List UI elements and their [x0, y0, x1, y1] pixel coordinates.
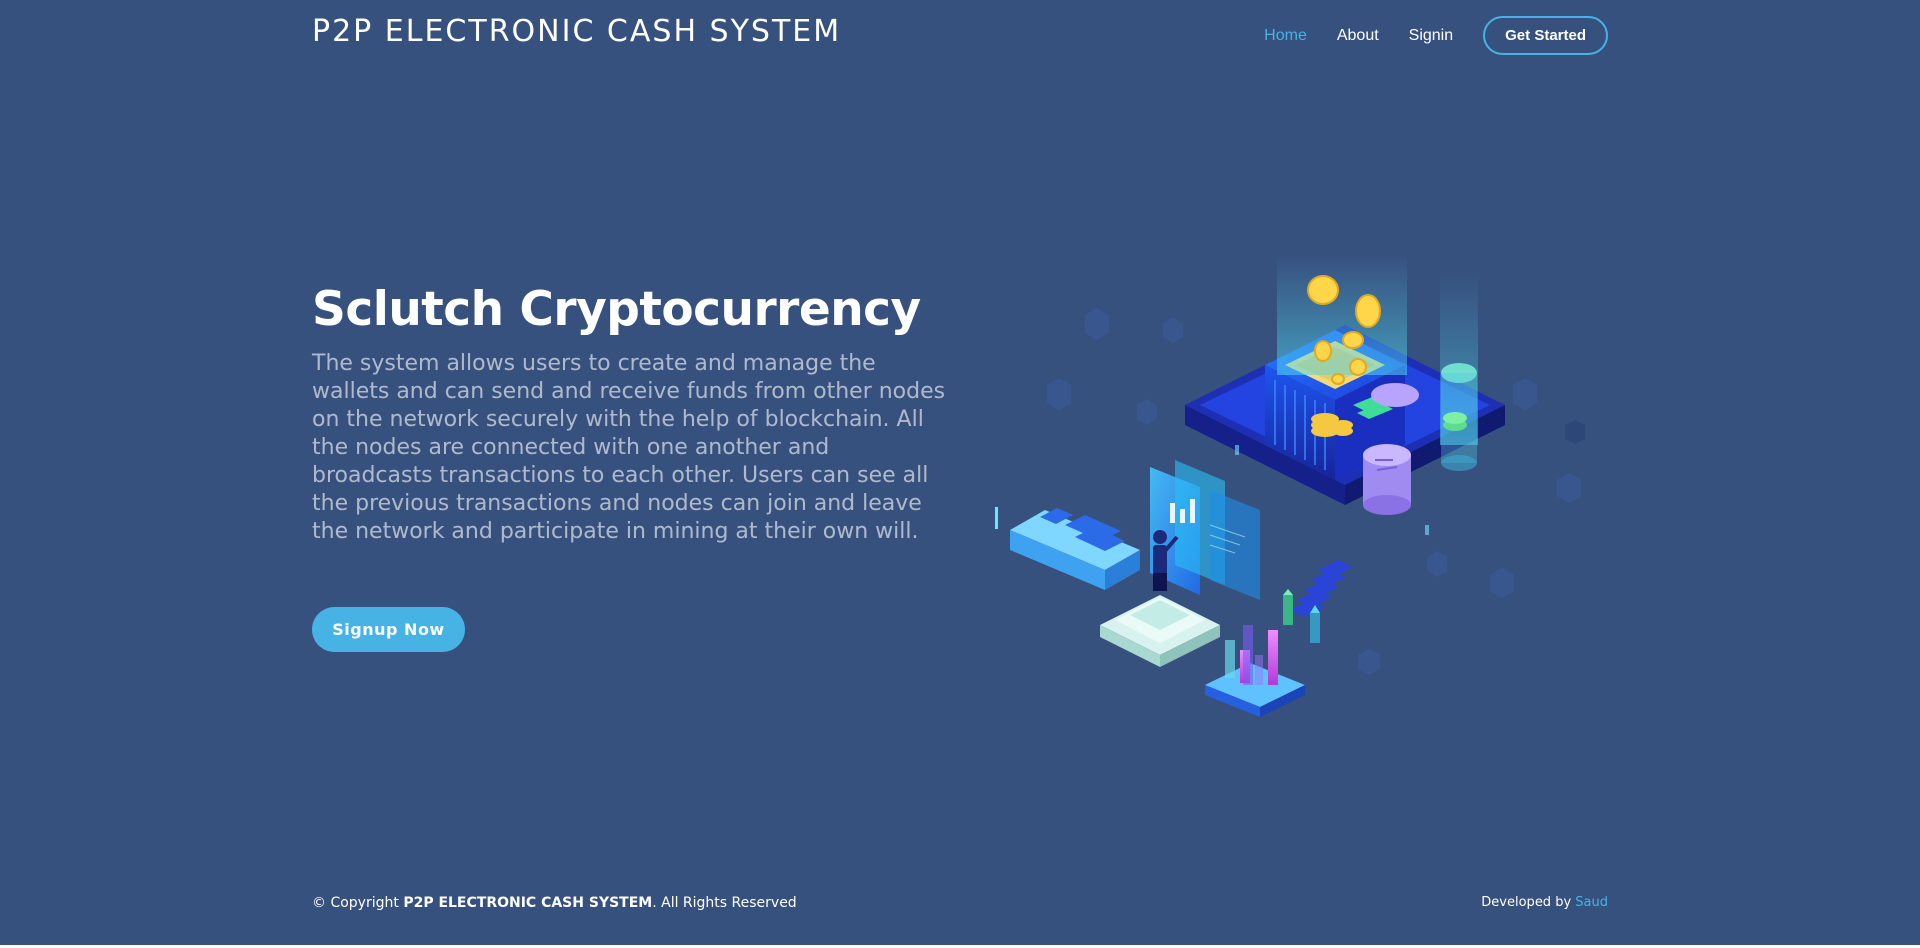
get-started-button[interactable]: Get Started: [1483, 16, 1608, 55]
copyright-suffix: . All Rights Reserved: [652, 895, 797, 911]
developer-link[interactable]: Saud: [1575, 895, 1608, 910]
copyright-prefix: © Copyright: [312, 895, 404, 911]
copyright-brand: P2P ELECTRONIC CASH SYSTEM: [403, 895, 653, 911]
hero-title: Sclutch Cryptocurrency: [312, 282, 921, 337]
nav-link-home[interactable]: Home: [1264, 27, 1307, 45]
hero-description: The system allows users to create and ma…: [312, 351, 946, 544]
site-header: P2P ELECTRONIC CASH SYSTEM Home About Si…: [0, 0, 1920, 72]
signup-now-button[interactable]: Signup Now: [312, 607, 465, 652]
site-logo[interactable]: P2P ELECTRONIC CASH SYSTEM: [312, 14, 841, 49]
developed-by-label: Developed by: [1481, 895, 1576, 910]
main-nav: Home About Signin Get Started: [1234, 16, 1608, 55]
footer-copyright: © Copyright P2P ELECTRONIC CASH SYSTEM. …: [312, 895, 797, 911]
hero-illustration-icon: [995, 255, 1585, 717]
nav-link-signin[interactable]: Signin: [1409, 27, 1453, 45]
footer-credits: Developed by Saud: [1481, 895, 1608, 910]
nav-link-about[interactable]: About: [1337, 27, 1379, 45]
